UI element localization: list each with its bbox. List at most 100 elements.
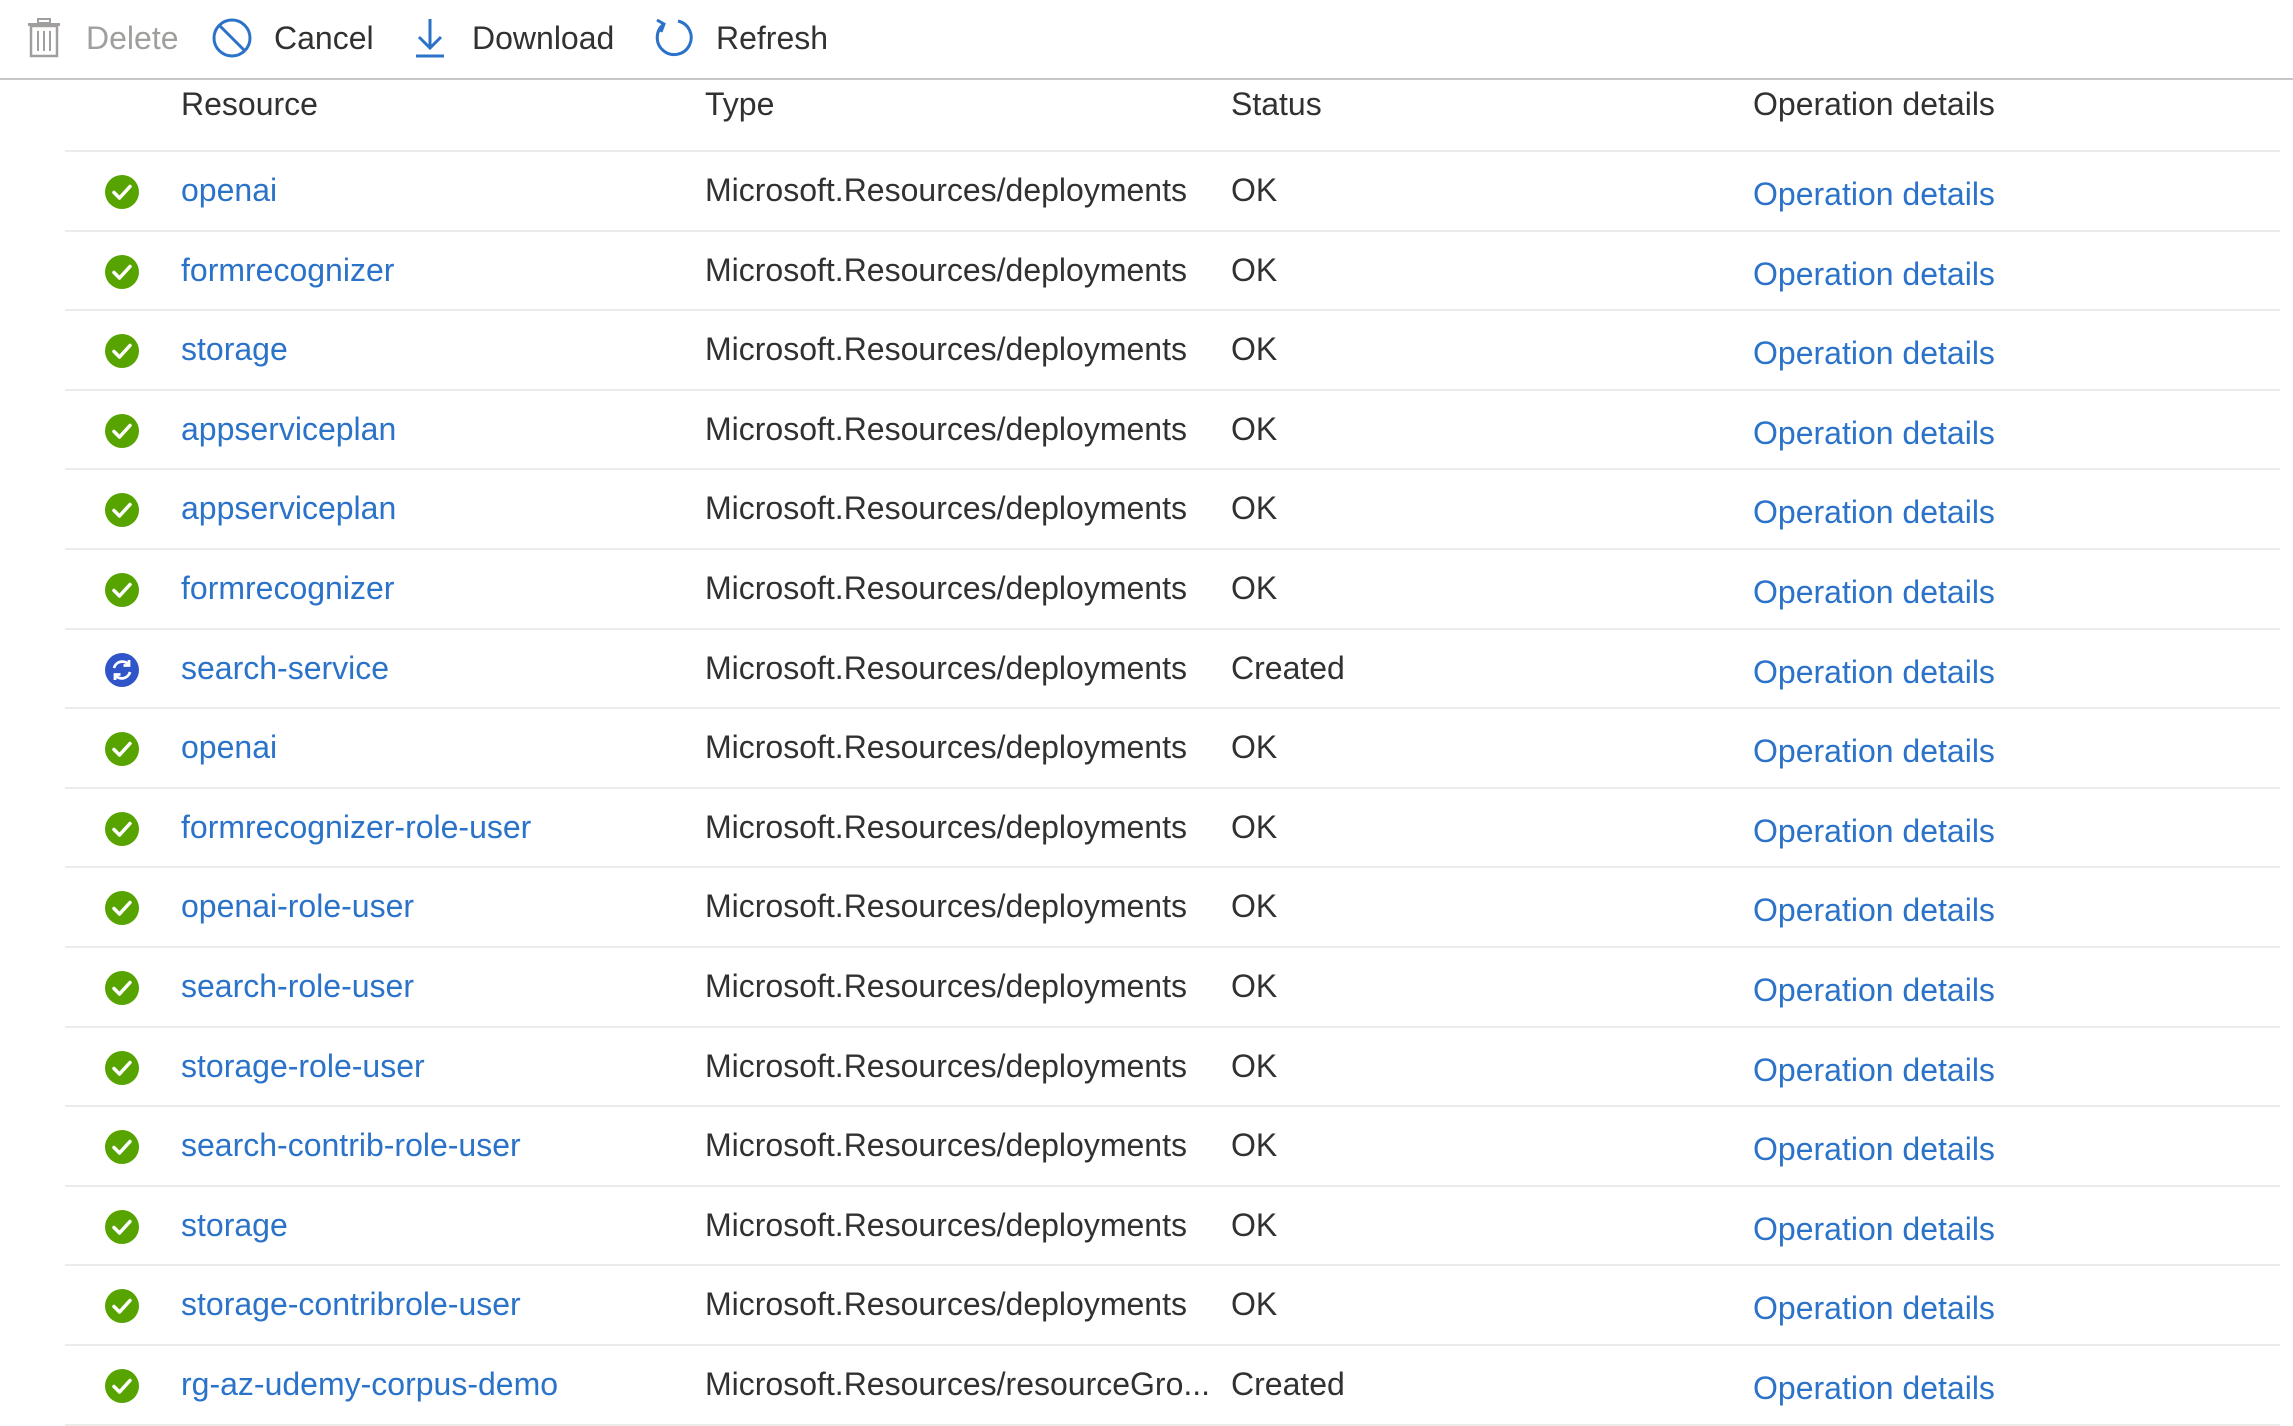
operation-details-link[interactable]: Operation details xyxy=(1753,1131,1995,1168)
trash-icon xyxy=(20,14,68,62)
status-text: Created xyxy=(1231,1365,1345,1402)
header-operation-details[interactable]: Operation details xyxy=(1753,86,1995,123)
operation-details-link[interactable]: Operation details xyxy=(1753,813,1995,850)
table-row: formrecognizer Microsoft.Resources/deploy… xyxy=(65,550,2280,630)
success-check-icon xyxy=(104,1129,140,1165)
resource-link[interactable]: search-contrib-role-user xyxy=(181,1127,521,1164)
table-row: storage Microsoft.Resources/deployments OK… xyxy=(65,1187,2280,1267)
resource-link[interactable]: search-service xyxy=(181,650,389,687)
operation-details-link[interactable]: Operation details xyxy=(1753,176,1995,213)
operation-details-link[interactable]: Operation details xyxy=(1753,733,1995,770)
resource-link[interactable]: formrecognizer xyxy=(181,252,394,289)
table-row: search-contrib-role-user Microsoft.Resour… xyxy=(65,1107,2280,1187)
in-progress-sync-icon xyxy=(104,652,140,688)
operation-details-link[interactable]: Operation details xyxy=(1753,972,1995,1009)
refresh-icon xyxy=(650,14,698,62)
cancel-circle-icon xyxy=(208,14,256,62)
resource-type: Microsoft.Resources/deployments xyxy=(705,1047,1187,1084)
table-row: search-role-user Microsoft.Resources/depl… xyxy=(65,948,2280,1028)
operation-details-link[interactable]: Operation details xyxy=(1753,1290,1995,1327)
operation-details-link[interactable]: Operation details xyxy=(1753,654,1995,691)
success-check-icon xyxy=(104,811,140,847)
status-text: OK xyxy=(1231,1206,1278,1243)
resource-link[interactable]: openai-role-user xyxy=(181,888,414,925)
success-check-icon xyxy=(104,572,140,608)
download-arrow-icon xyxy=(406,14,454,62)
operation-details-link[interactable]: Operation details xyxy=(1753,1211,1995,1248)
success-check-icon xyxy=(104,413,140,449)
table-row: appserviceplan Microsoft.Resources/deploy… xyxy=(65,470,2280,550)
resource-link[interactable]: search-role-user xyxy=(181,968,414,1005)
success-check-icon xyxy=(104,970,140,1006)
success-check-icon xyxy=(104,731,140,767)
success-check-icon xyxy=(104,1209,140,1245)
resource-type: Microsoft.Resources/deployments xyxy=(705,251,1187,288)
cancel-label: Cancel xyxy=(274,19,374,56)
status-text: OK xyxy=(1231,490,1278,527)
operation-details-link[interactable]: Operation details xyxy=(1753,335,1995,372)
deployment-operations-table: Resource Type Status Operation details o… xyxy=(65,82,2280,1426)
status-text: OK xyxy=(1231,967,1278,1004)
resource-type: Microsoft.Resources/deployments xyxy=(705,410,1187,447)
operation-details-link[interactable]: Operation details xyxy=(1753,892,1995,929)
resource-link[interactable]: storage-contribrole-user xyxy=(181,1286,521,1323)
download-label: Download xyxy=(472,19,615,56)
table-row: openai-role-user Microsoft.Resources/depl… xyxy=(65,868,2280,948)
table-row: rg-az-udemy-corpus-demo Microsoft.Resourc… xyxy=(65,1346,2280,1426)
resource-type: Microsoft.Resources/deployments xyxy=(705,808,1187,845)
header-resource[interactable]: Resource xyxy=(181,86,318,123)
resource-link[interactable]: storage xyxy=(181,1207,288,1244)
status-text: Created xyxy=(1231,649,1345,686)
success-check-icon xyxy=(104,333,140,369)
table-row: storage-role-user Microsoft.Resources/dep… xyxy=(65,1028,2280,1108)
operation-details-link[interactable]: Operation details xyxy=(1753,256,1995,293)
operation-details-link[interactable]: Operation details xyxy=(1753,574,1995,611)
status-text: OK xyxy=(1231,1286,1278,1323)
status-text: OK xyxy=(1231,808,1278,845)
resource-link[interactable]: storage-role-user xyxy=(181,1048,425,1085)
header-status[interactable]: Status xyxy=(1231,86,1322,123)
status-text: OK xyxy=(1231,410,1278,447)
status-text: OK xyxy=(1231,1127,1278,1164)
command-bar: Delete Cancel Download Refresh xyxy=(0,0,2293,80)
resource-link[interactable]: rg-az-udemy-corpus-demo xyxy=(181,1366,558,1403)
success-check-icon xyxy=(104,174,140,210)
download-button[interactable]: Download xyxy=(406,10,614,66)
resource-type: Microsoft.Resources/deployments xyxy=(705,490,1187,527)
status-text: OK xyxy=(1231,331,1278,368)
resource-type: Microsoft.Resources/deployments xyxy=(705,1286,1187,1323)
success-check-icon xyxy=(104,492,140,528)
table-header: Resource Type Status Operation details xyxy=(65,82,2280,152)
resource-link[interactable]: appserviceplan xyxy=(181,411,396,448)
cancel-button[interactable]: Cancel xyxy=(208,10,374,66)
resource-type: Microsoft.Resources/deployments xyxy=(705,888,1187,925)
resource-link[interactable]: storage xyxy=(181,331,288,368)
table-body: openai Microsoft.Resources/deployments OK O… xyxy=(65,152,2280,1426)
resource-link[interactable]: appserviceplan xyxy=(181,490,396,527)
table-row: storage-contribrole-user Microsoft.Resour… xyxy=(65,1266,2280,1346)
resource-type: Microsoft.Resources/deployments xyxy=(705,569,1187,606)
resource-link[interactable]: formrecognizer-role-user xyxy=(181,809,531,846)
resource-type: Microsoft.Resources/deployments xyxy=(705,172,1187,208)
operation-details-link[interactable]: Operation details xyxy=(1753,1370,1995,1407)
status-text: OK xyxy=(1231,251,1278,288)
table-row: search-service Microsoft.Resources/deploy… xyxy=(65,630,2280,710)
resource-type: Microsoft.Resources/resourceGro... xyxy=(705,1365,1211,1402)
resource-type: Microsoft.Resources/deployments xyxy=(705,967,1187,1004)
operation-details-link[interactable]: Operation details xyxy=(1753,1052,1995,1089)
resource-link[interactable]: openai xyxy=(181,172,277,209)
header-type[interactable]: Type xyxy=(705,86,774,123)
refresh-button[interactable]: Refresh xyxy=(650,10,828,66)
delete-button[interactable]: Delete xyxy=(20,10,179,66)
table-row: openai Microsoft.Resources/deployments OK O… xyxy=(65,709,2280,789)
table-row: formrecognizer-role-user Microsoft.Resour… xyxy=(65,789,2280,869)
operation-details-link[interactable]: Operation details xyxy=(1753,494,1995,531)
success-check-icon xyxy=(104,254,140,290)
table-row: appserviceplan Microsoft.Resources/deploy… xyxy=(65,391,2280,471)
resource-link[interactable]: formrecognizer xyxy=(181,570,394,607)
table-row: formrecognizer Microsoft.Resources/deploy… xyxy=(65,232,2280,312)
success-check-icon xyxy=(104,890,140,926)
resource-link[interactable]: openai xyxy=(181,729,277,766)
operation-details-link[interactable]: Operation details xyxy=(1753,415,1995,452)
table-row: storage Microsoft.Resources/deployments OK… xyxy=(65,311,2280,391)
